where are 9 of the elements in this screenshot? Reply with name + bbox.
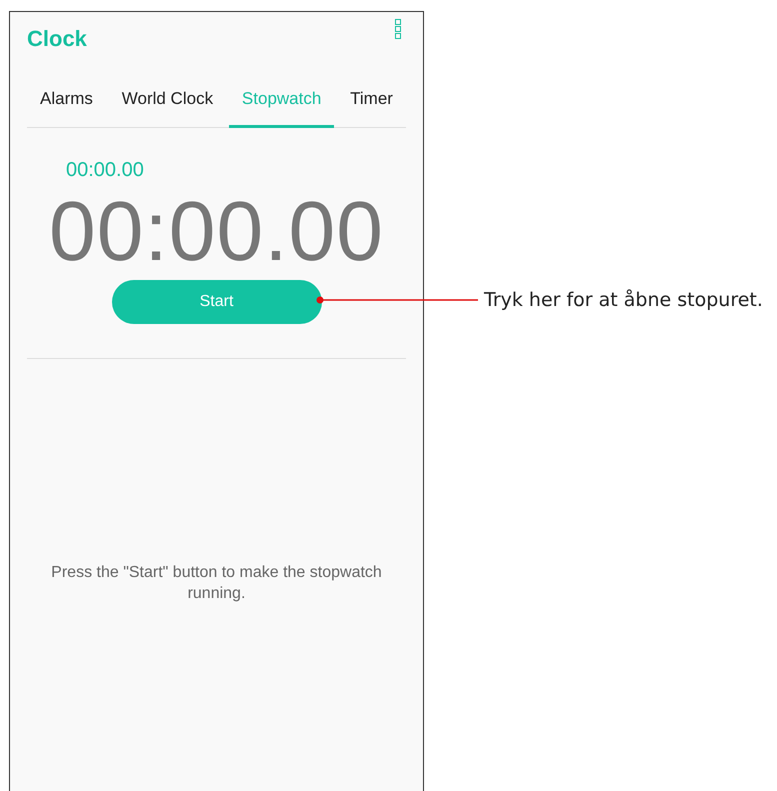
tab[interactable]: World Clock	[108, 69, 226, 128]
menu-icon[interactable]	[395, 19, 401, 39]
app-title: Clock	[27, 26, 87, 52]
hint-text: Press the "Start" button to make the stopwatch running.	[50, 563, 383, 604]
callout-text: Tryk her for at åbne stopuret.	[484, 289, 763, 311]
tab[interactable]: Alarms	[27, 69, 106, 128]
stopwatch-time: 00:00.00	[49, 189, 384, 273]
lap-time: 00:00.00	[66, 159, 144, 182]
tab[interactable]: Timer	[337, 69, 406, 128]
